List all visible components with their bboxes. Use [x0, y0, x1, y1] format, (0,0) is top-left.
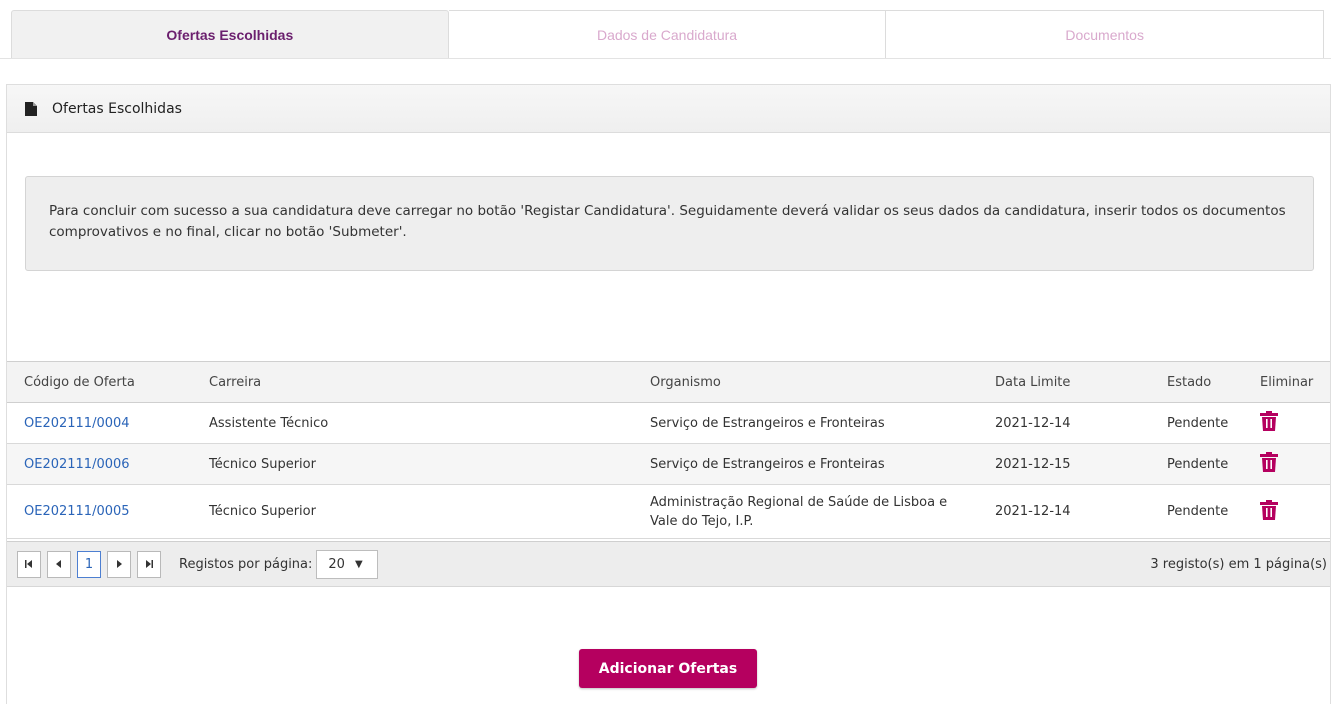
column-header-code[interactable]: Código de Oferta: [7, 361, 192, 403]
column-header-delete: Eliminar: [1243, 361, 1330, 403]
trash-icon[interactable]: [1260, 499, 1278, 520]
organism-cell: Serviço de Estrangeiros e Fronteiras: [633, 443, 978, 485]
tab-divider: [0, 58, 1331, 59]
page-size-select[interactable]: 20 ▼: [316, 549, 379, 579]
page-size-value: 20: [328, 556, 345, 572]
column-header-organism[interactable]: Organismo: [633, 361, 978, 403]
career-cell: Técnico Superior: [192, 443, 633, 485]
trash-icon[interactable]: [1260, 411, 1278, 431]
career-cell: Assistente Técnico: [192, 402, 633, 444]
deadline-cell: 2021-12-14: [978, 484, 1150, 539]
first-page-button[interactable]: [17, 550, 41, 578]
previous-page-button[interactable]: [47, 550, 71, 578]
offers-grid: Código de Oferta Carreira Organismo Data…: [7, 361, 1330, 539]
next-page-button[interactable]: [107, 550, 131, 578]
last-page-button[interactable]: [137, 550, 161, 578]
column-header-deadline[interactable]: Data Limite: [978, 361, 1150, 403]
column-header-status[interactable]: Estado: [1150, 361, 1243, 403]
page-number-button[interactable]: 1: [77, 550, 101, 578]
add-offers-button[interactable]: Adicionar Ofertas: [579, 649, 757, 688]
table-row: OE202111/0004 Assistente Técnico Serviço…: [7, 402, 1330, 444]
tab-documentos[interactable]: Documentos: [886, 10, 1325, 59]
document-icon: [25, 101, 37, 116]
organism-cell: Serviço de Estrangeiros e Fronteiras: [633, 402, 978, 444]
page-size-label: Registos por página:: [179, 556, 313, 572]
panel-header: Ofertas Escolhidas: [7, 85, 1330, 133]
offers-panel: Ofertas Escolhidas Para concluir com suc…: [6, 84, 1331, 704]
table-row: OE202111/0005 Técnico Superior Administr…: [7, 484, 1330, 539]
table-row: OE202111/0006 Técnico Superior Serviço d…: [7, 443, 1330, 485]
column-header-career[interactable]: Carreira: [192, 361, 633, 403]
trash-icon[interactable]: [1260, 452, 1278, 472]
tab-ofertas-escolhidas[interactable]: Ofertas Escolhidas: [11, 10, 449, 59]
status-cell: Pendente: [1150, 443, 1243, 485]
deadline-cell: 2021-12-15: [978, 443, 1150, 485]
info-message: Para concluir com sucesso a sua candidat…: [25, 176, 1314, 271]
status-cell: Pendente: [1150, 484, 1243, 539]
career-cell: Técnico Superior: [192, 484, 633, 539]
offer-code-link[interactable]: OE202111/0005: [24, 504, 130, 519]
chevron-down-icon: ▼: [354, 558, 363, 570]
offer-code-link[interactable]: OE202111/0004: [24, 416, 130, 431]
tab-bar: Ofertas Escolhidas Dados de Candidatura …: [11, 10, 1325, 59]
status-cell: Pendente: [1150, 402, 1243, 444]
offer-code-link[interactable]: OE202111/0006: [24, 457, 130, 472]
panel-title: Ofertas Escolhidas: [52, 100, 182, 117]
deadline-cell: 2021-12-14: [978, 402, 1150, 444]
tab-dados-de-candidatura[interactable]: Dados de Candidatura: [448, 10, 887, 59]
pager: 1 Registos por página: 20 ▼ 3 registo(s)…: [7, 541, 1330, 587]
grid-header-row: Código de Oferta Carreira Organismo Data…: [7, 361, 1330, 403]
pager-info: 3 registo(s) em 1 página(s): [1150, 556, 1327, 572]
organism-cell: Administração Regional de Saúde de Lisbo…: [633, 484, 978, 539]
